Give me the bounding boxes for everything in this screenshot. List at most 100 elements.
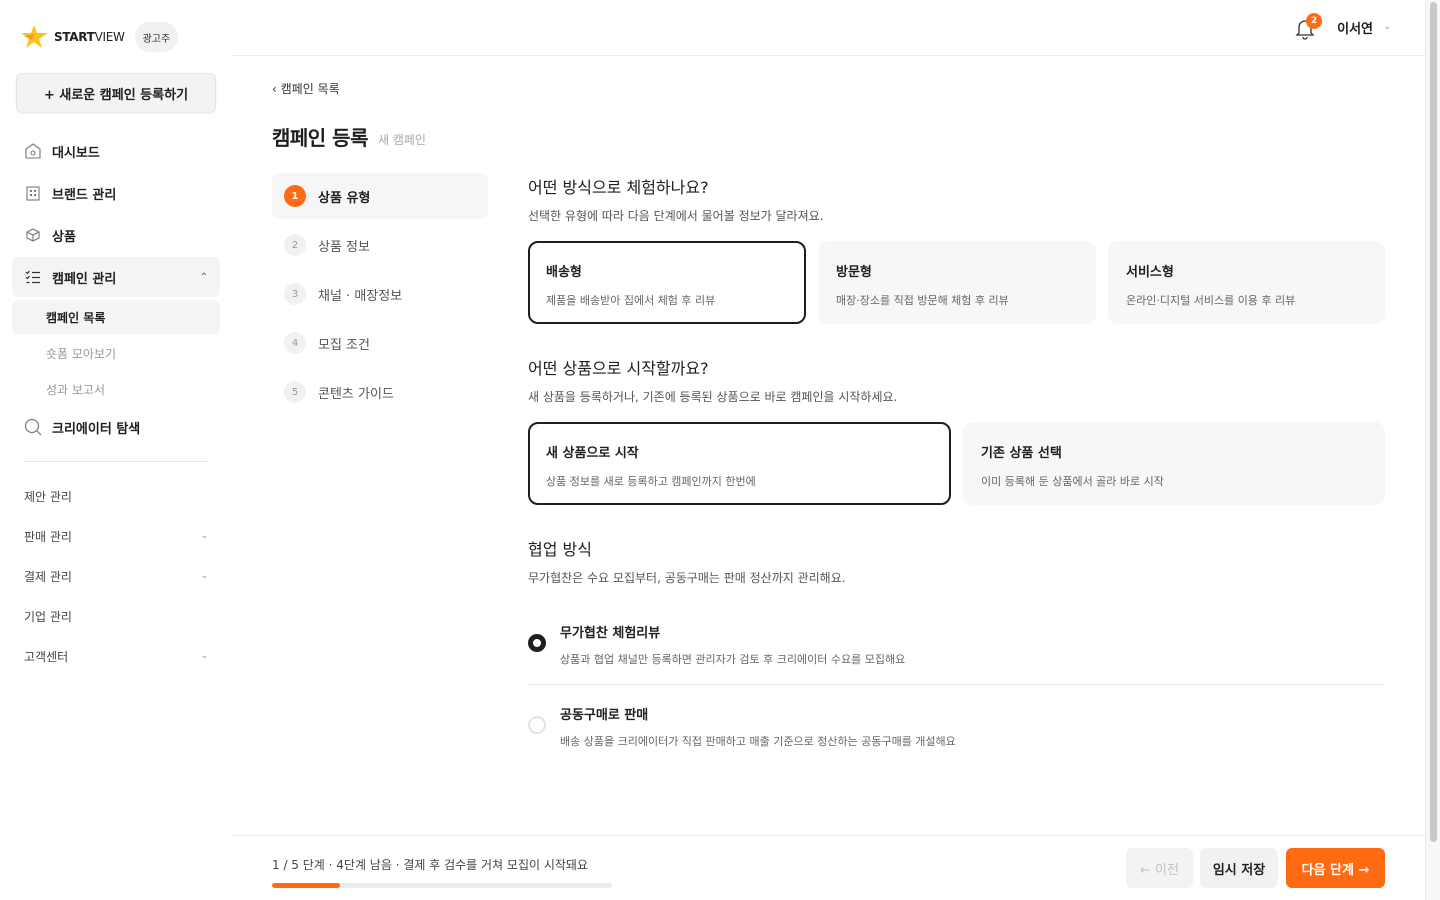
radio-desc: 상품과 협업 채널만 등록하면 관리자가 검토 후 크리에이터 수요를 모집해요 bbox=[560, 653, 906, 666]
experience-type-desc: 선택한 유형에 따라 다음 단계에서 물어볼 정보가 달라져요. bbox=[528, 209, 824, 223]
next-step-button[interactable]: 다음 단계 → bbox=[1286, 848, 1385, 888]
step-label: 모집 조건 bbox=[318, 337, 370, 353]
box-icon bbox=[24, 226, 42, 244]
logo-text: STARTVIEW bbox=[54, 30, 125, 44]
option-title: 새 상품으로 시작 bbox=[546, 446, 639, 461]
radio-title: 무가협찬 체험리뷰 bbox=[560, 626, 661, 641]
step-label: 상품 유형 bbox=[318, 190, 371, 206]
option-desc: 매장·장소를 직접 방문해 체험 후 리뷰 bbox=[836, 294, 1009, 307]
search-icon bbox=[24, 418, 42, 436]
progress-fill bbox=[272, 883, 340, 888]
sidebar-item-payments[interactable]: 결제 관리 ⌄ bbox=[24, 564, 208, 588]
collaboration-desc: 무가협찬은 수요 모집부터, 공동구매는 판매 정산까지 관리해요. bbox=[528, 571, 846, 585]
step-number: 4 bbox=[284, 332, 306, 354]
option-desc: 온라인·디지털 서비스를 이용 후 리뷰 bbox=[1126, 294, 1296, 307]
sidebar: STARTVIEW 광고주 + 새로운 캠페인 등록하기 대시보드 브랜드 관리… bbox=[0, 0, 232, 900]
sidebar-item-label: 기업 관리 bbox=[24, 609, 72, 624]
step-label: 채널 · 매장정보 bbox=[318, 288, 403, 304]
radio-option-free-sponsorship[interactable]: 무가협찬 체험리뷰 상품과 협업 채널만 등록하면 관리자가 검토 후 크리에이… bbox=[528, 620, 1385, 670]
save-draft-button[interactable]: 임시 저장 bbox=[1200, 848, 1278, 888]
sidebar-item-label: 크리에이터 탐색 bbox=[52, 421, 141, 437]
user-name[interactable]: 이서연 bbox=[1337, 18, 1373, 37]
notification-bell-icon[interactable]: 2 bbox=[1295, 13, 1322, 40]
prev-button[interactable]: ← 이전 bbox=[1126, 848, 1193, 888]
step-3[interactable]: 3 채널 · 매장정보 bbox=[272, 271, 488, 317]
page-subtitle: 새 캠페인 bbox=[378, 133, 426, 147]
step-1[interactable]: 1 상품 유형 bbox=[272, 173, 488, 219]
sidebar-subitem-campaign-list[interactable]: 캠페인 목록 bbox=[12, 300, 220, 334]
role-badge: 광고주 bbox=[134, 22, 179, 52]
option-title: 기존 상품 선택 bbox=[981, 446, 1062, 461]
radio-title: 공동구매로 판매 bbox=[560, 708, 649, 723]
building-icon bbox=[24, 184, 42, 202]
sidebar-item-label: 상품 bbox=[52, 229, 76, 245]
step-2[interactable]: 2 상품 정보 bbox=[272, 222, 488, 268]
collaboration-title: 협업 방식 bbox=[528, 540, 592, 559]
sidebar-subitem-report[interactable]: 성과 보고서 bbox=[12, 372, 220, 406]
sidebar-divider bbox=[24, 461, 208, 462]
option-desc: 이미 등록해 둔 상품에서 골라 바로 시작 bbox=[981, 475, 1164, 488]
sidebar-item-label: 캠페인 관리 bbox=[52, 271, 117, 287]
chevron-down-icon[interactable]: ⌄ bbox=[1383, 22, 1391, 32]
experience-type-title: 어떤 방식으로 체험하나요? bbox=[528, 178, 709, 197]
option-delivery[interactable]: 배송형 제품을 배송받아 집에서 체험 후 리뷰 bbox=[528, 241, 806, 324]
back-to-campaign-list-link[interactable]: ‹ 캠페인 목록 bbox=[272, 80, 340, 97]
sidebar-item-brand[interactable]: 브랜드 관리 bbox=[12, 173, 220, 213]
product-start-title: 어떤 상품으로 시작할까요? bbox=[528, 359, 709, 378]
option-title: 배송형 bbox=[546, 265, 582, 280]
radio-divider bbox=[528, 684, 1385, 685]
star-logo-icon bbox=[21, 25, 48, 48]
radio-option-group-buy[interactable]: 공동구매로 판매 배송 상품을 크리에이터가 직접 판매하고 매출 기준으로 정… bbox=[528, 702, 1385, 752]
product-start-desc: 새 상품을 등록하거나, 기존에 등록된 상품으로 바로 캠페인을 시작하세요. bbox=[528, 390, 898, 404]
scrollbar[interactable] bbox=[1425, 0, 1440, 900]
sidebar-item-support[interactable]: 고객센터 ⌄ bbox=[24, 644, 208, 668]
progress-bar bbox=[272, 883, 612, 888]
footer-bar: 1 / 5 단계 · 4단계 남음 · 결제 후 검수를 거쳐 모집이 시작돼요… bbox=[232, 835, 1425, 900]
dashboard-icon bbox=[24, 142, 42, 160]
option-desc: 상품 정보를 새로 등록하고 캠페인까지 한번에 bbox=[546, 475, 756, 488]
option-visit[interactable]: 방문형 매장·장소를 직접 방문해 체험 후 리뷰 bbox=[818, 241, 1096, 324]
step-label: 콘텐츠 가이드 bbox=[318, 386, 394, 402]
option-title: 방문형 bbox=[836, 265, 872, 280]
step-label: 상품 정보 bbox=[318, 239, 370, 255]
chevron-up-icon: ⌃ bbox=[199, 271, 208, 283]
option-title: 서비스형 bbox=[1126, 265, 1174, 280]
sidebar-item-label: 고객센터 bbox=[24, 649, 69, 664]
sidebar-item-products[interactable]: 상품 bbox=[12, 215, 220, 255]
chevron-down-icon: ⌄ bbox=[200, 531, 208, 541]
sidebar-item-label: 판매 관리 bbox=[24, 529, 72, 544]
notification-count-badge: 2 bbox=[1306, 13, 1322, 29]
sidebar-item-label: 결제 관리 bbox=[24, 569, 72, 584]
chevron-down-icon: ⌄ bbox=[200, 571, 208, 581]
checklist-icon bbox=[24, 268, 42, 286]
sidebar-item-label: 제안 관리 bbox=[24, 489, 72, 504]
sidebar-item-label: 대시보드 bbox=[52, 145, 100, 161]
option-new-product[interactable]: 새 상품으로 시작 상품 정보를 새로 등록하고 캠페인까지 한번에 bbox=[528, 422, 951, 505]
sidebar-item-label: 브랜드 관리 bbox=[52, 187, 117, 203]
step-number: 2 bbox=[284, 234, 306, 256]
sidebar-item-creator-search[interactable]: 크리에이터 탐색 bbox=[12, 407, 220, 447]
option-service[interactable]: 서비스형 온라인·디지털 서비스를 이용 후 리뷰 bbox=[1108, 241, 1385, 324]
sidebar-subitem-shortform[interactable]: 숏폼 모아보기 bbox=[12, 336, 220, 370]
chevron-down-icon: ⌄ bbox=[200, 651, 208, 661]
option-existing-product[interactable]: 기존 상품 선택 이미 등록해 둔 상품에서 골라 바로 시작 bbox=[963, 422, 1385, 505]
radio-button-checked[interactable] bbox=[528, 634, 546, 652]
sidebar-item-proposals[interactable]: 제안 관리 bbox=[24, 484, 208, 508]
sidebar-item-dashboard[interactable]: 대시보드 bbox=[12, 131, 220, 171]
step-5[interactable]: 5 콘텐츠 가이드 bbox=[272, 369, 488, 415]
option-desc: 제품을 배송받아 집에서 체험 후 리뷰 bbox=[546, 294, 716, 307]
page-title: 캠페인 등록 bbox=[272, 126, 368, 150]
scrollbar-thumb[interactable] bbox=[1430, 2, 1437, 842]
step-number: 5 bbox=[284, 381, 306, 403]
step-number: 1 bbox=[284, 185, 306, 207]
progress-text: 1 / 5 단계 · 4단계 남음 · 결제 후 검수를 거쳐 모집이 시작돼요 bbox=[272, 858, 589, 872]
radio-button[interactable] bbox=[528, 716, 546, 734]
logo[interactable]: STARTVIEW 광고주 bbox=[20, 22, 179, 52]
new-campaign-button[interactable]: + 새로운 캠페인 등록하기 bbox=[16, 73, 216, 113]
sidebar-item-sales[interactable]: 판매 관리 ⌄ bbox=[24, 524, 208, 548]
sidebar-item-company[interactable]: 기업 관리 bbox=[24, 604, 208, 628]
step-number: 3 bbox=[284, 283, 306, 305]
topbar: 2 이서연 ⌄ bbox=[232, 0, 1425, 56]
step-4[interactable]: 4 모집 조건 bbox=[272, 320, 488, 366]
sidebar-item-campaign[interactable]: 캠페인 관리 ⌃ bbox=[12, 257, 220, 297]
